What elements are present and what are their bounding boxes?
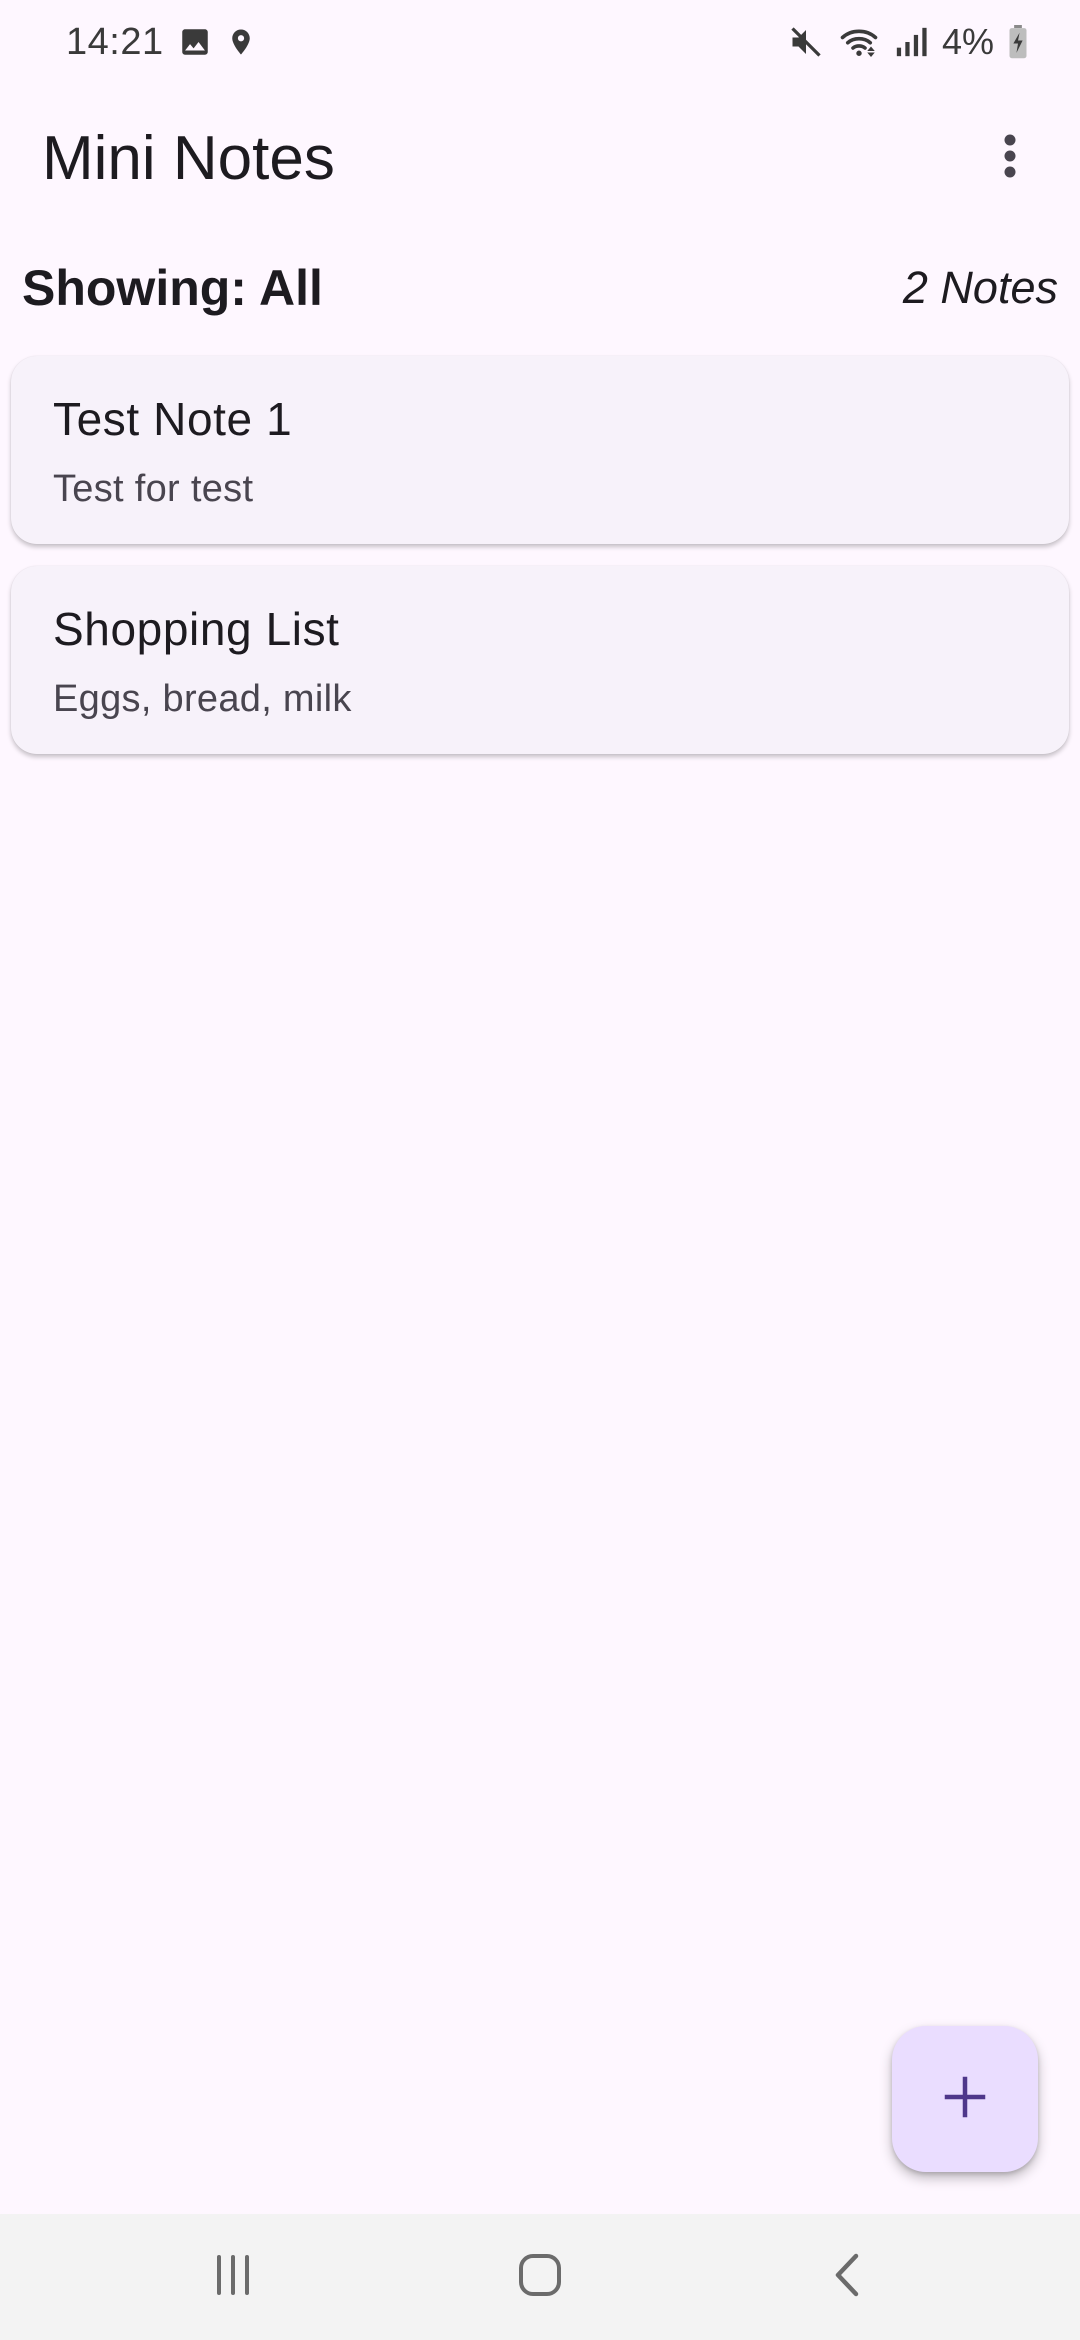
more-vert-icon	[1002, 132, 1018, 185]
note-count: 2 Notes	[902, 262, 1058, 313]
overflow-menu-button[interactable]	[968, 116, 1052, 200]
app-bar: Mini Notes	[0, 100, 1080, 216]
back-icon	[832, 2252, 862, 2303]
home-button[interactable]	[480, 2227, 600, 2327]
status-bar: 14:21 4%	[0, 0, 1080, 84]
signal-icon	[894, 25, 928, 59]
screen: 14:21 4% Mini Notes Showing: All 2 Notes…	[0, 0, 1080, 2340]
note-body: Test for test	[53, 468, 254, 510]
battery-charging-icon	[1008, 25, 1028, 59]
app-title: Mini Notes	[42, 123, 335, 193]
mute-icon	[788, 24, 824, 60]
note-body: Eggs, bread, milk	[53, 678, 352, 720]
home-icon	[517, 2252, 563, 2303]
navigation-bar	[0, 2214, 1080, 2340]
back-button[interactable]	[787, 2227, 907, 2327]
status-right: 4%	[788, 21, 1028, 63]
add-icon	[943, 2075, 987, 2124]
filter-row: Showing: All 2 Notes	[0, 248, 1080, 328]
filter-label: Showing: All	[22, 260, 323, 316]
status-left: 14:21	[66, 21, 256, 64]
note-list: Test Note 1 Test for test Shopping List …	[11, 356, 1069, 776]
recents-icon	[211, 2253, 255, 2302]
note-title: Test Note 1	[53, 393, 293, 445]
battery-percent: 4%	[941, 21, 994, 62]
status-time: 14:21	[66, 20, 164, 63]
note-title: Shopping List	[53, 603, 340, 655]
recents-button[interactable]	[173, 2227, 293, 2327]
add-note-button[interactable]	[892, 2026, 1038, 2172]
wifi-icon	[838, 24, 880, 60]
note-card[interactable]: Test Note 1 Test for test	[11, 356, 1069, 544]
note-card[interactable]: Shopping List Eggs, bread, milk	[11, 566, 1069, 754]
gallery-icon	[178, 25, 212, 59]
location-icon	[226, 25, 256, 59]
